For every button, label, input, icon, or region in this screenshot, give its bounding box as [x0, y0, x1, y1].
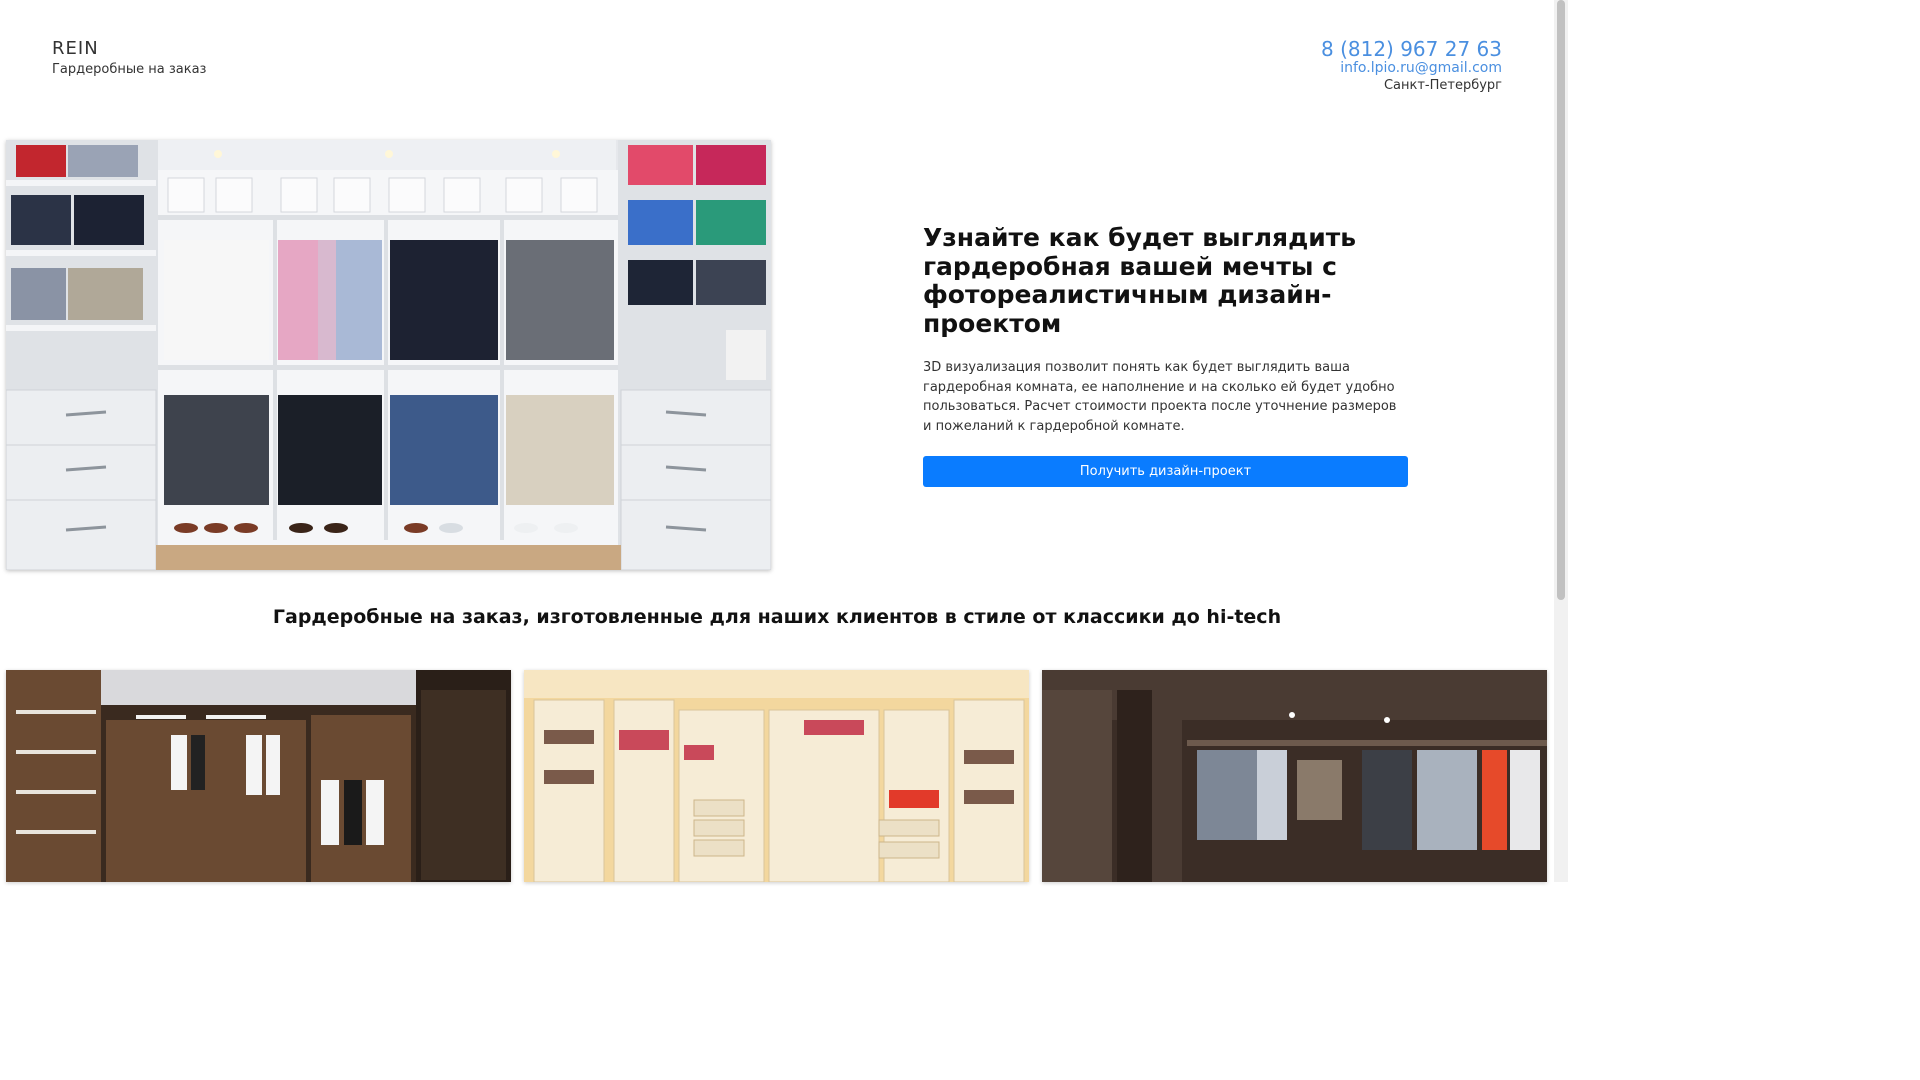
phone-link[interactable]: 8 (812) 967 27 63 — [1321, 36, 1502, 62]
brand: REIN Гардеробные на заказ — [52, 38, 206, 77]
city-label: Санкт-Петербург — [1383, 78, 1502, 93]
brand-name[interactable]: REIN — [52, 38, 206, 60]
page-scrollbar[interactable] — [1554, 0, 1568, 882]
hero-description: 3D визуализация позволит понять как буде… — [923, 360, 1397, 434]
email-link[interactable]: info.lpio.ru@gmail.com — [1321, 60, 1502, 76]
hero-text: Узнайте как будет выглядить гардеробная … — [923, 223, 1408, 487]
brand-tagline: Гардеробные на заказ — [52, 62, 207, 77]
hero-closet-image — [6, 140, 771, 570]
gallery-image-3[interactable] — [1042, 670, 1547, 882]
gallery-image-2[interactable] — [524, 670, 1029, 882]
scrollbar-thumb[interactable] — [1557, 0, 1565, 600]
hero-title: Узнайте как будет выглядить гардеробная … — [923, 223, 1357, 338]
get-design-project-button[interactable]: Получить дизайн-проект — [923, 456, 1408, 487]
contacts: 8 (812) 967 27 63 info.lpio.ru@gmail.com… — [1321, 36, 1502, 93]
gallery-title: Гардеробные на заказ, изготовленные для … — [272, 606, 1282, 628]
gallery-image-1[interactable] — [6, 670, 511, 882]
page: REIN Гардеробные на заказ 8 (812) 967 27… — [0, 0, 1568, 882]
